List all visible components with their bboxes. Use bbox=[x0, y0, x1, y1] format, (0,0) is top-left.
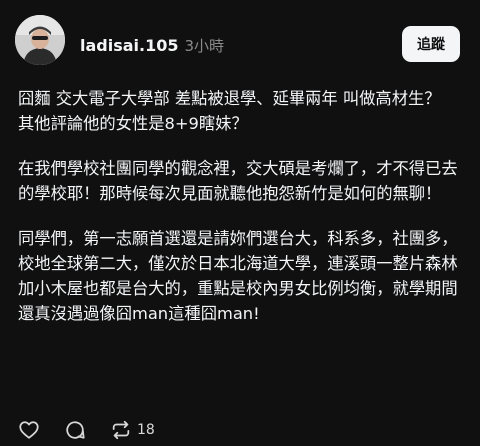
avatar[interactable] bbox=[15, 15, 65, 65]
action-bar: 18 bbox=[18, 417, 179, 443]
post-text-line: 其他評論他的女性是8+9瞎妹？ bbox=[18, 114, 248, 133]
heart-icon bbox=[19, 421, 39, 439]
post-text-line: 在我們學校社團同學的觀念裡，交大碩是考爛了，才不得已去的學校耶！那時候每次見面就… bbox=[18, 159, 458, 203]
post-text-line: 囧麵 交大電子大學部 差點被退學、延畢兩年 叫做高材生？ bbox=[18, 89, 441, 108]
comment-icon bbox=[66, 421, 85, 439]
repost-button[interactable]: 18 bbox=[110, 419, 155, 441]
username[interactable]: ladisai.105 bbox=[80, 36, 179, 55]
post-body: 囧麵 交大電子大學部 差點被退學、延畢兩年 叫做高材生？ 其他評論他的女性是8+… bbox=[18, 86, 464, 326]
repost-icon bbox=[112, 420, 130, 440]
user-line: ladisai.105 3小時 bbox=[80, 35, 224, 59]
timestamp: 3小時 bbox=[184, 37, 225, 55]
post-paragraph: 同學們，第一志願首選還是請妳們選台大，科系多，社團多，校地全球第二大，僅次於日本… bbox=[18, 226, 464, 326]
follow-button[interactable]: 追蹤 bbox=[402, 26, 460, 62]
post-header: ladisai.105 3小時 追蹤 bbox=[0, 0, 480, 90]
post-paragraph: 在我們學校社團同學的觀念裡，交大碩是考爛了，才不得已去的學校耶！那時候每次見面就… bbox=[18, 156, 464, 206]
post-text-line: 同學們，第一志願首選還是請妳們選台大，科系多，社團多，校地全球第二大，僅次於日本… bbox=[18, 229, 458, 323]
like-button[interactable] bbox=[18, 419, 40, 441]
post-paragraph: 囧麵 交大電子大學部 差點被退學、延畢兩年 叫做高材生？ 其他評論他的女性是8+… bbox=[18, 86, 464, 136]
reply-button[interactable] bbox=[64, 419, 86, 441]
repost-count: 18 bbox=[137, 422, 155, 438]
avatar-image bbox=[15, 15, 65, 65]
